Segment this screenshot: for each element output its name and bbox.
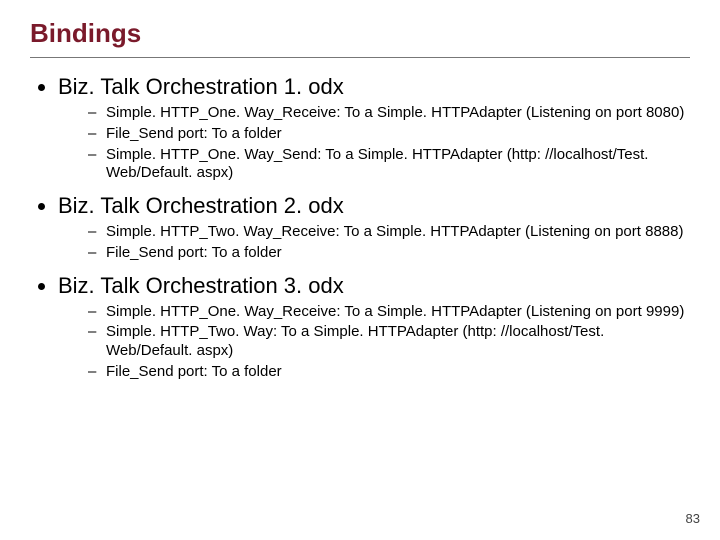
section-1-heading: Biz. Talk Orchestration 1. odx [58, 74, 344, 99]
section-1: Biz. Talk Orchestration 1. odx Simple. H… [58, 74, 690, 183]
section-3-items: Simple. HTTP_One. Way_Receive: To a Simp… [88, 303, 690, 382]
section-3-heading: Biz. Talk Orchestration 3. odx [58, 273, 344, 298]
list-item: Simple. HTTP_Two. Way: To a Simple. HTTP… [88, 323, 690, 361]
list-item: File_Send port: To a folder [88, 363, 690, 382]
slide-title: Bindings [30, 18, 690, 58]
list-item: File_Send port: To a folder [88, 244, 690, 263]
slide: Bindings Biz. Talk Orchestration 1. odx … [0, 0, 720, 540]
section-2-items: Simple. HTTP_Two. Way_Receive: To a Simp… [88, 223, 690, 263]
list-item: Simple. HTTP_Two. Way_Receive: To a Simp… [88, 223, 690, 242]
list-item: Simple. HTTP_One. Way_Receive: To a Simp… [88, 104, 690, 123]
list-item: File_Send port: To a folder [88, 125, 690, 144]
section-3: Biz. Talk Orchestration 3. odx Simple. H… [58, 273, 690, 382]
page-number: 83 [686, 511, 700, 526]
list-item: Simple. HTTP_One. Way_Send: To a Simple.… [88, 146, 690, 184]
section-1-items: Simple. HTTP_One. Way_Receive: To a Simp… [88, 104, 690, 183]
section-2: Biz. Talk Orchestration 2. odx Simple. H… [58, 193, 690, 263]
section-2-heading: Biz. Talk Orchestration 2. odx [58, 193, 344, 218]
bullet-list: Biz. Talk Orchestration 1. odx Simple. H… [40, 74, 690, 382]
list-item: Simple. HTTP_One. Way_Receive: To a Simp… [88, 303, 690, 322]
